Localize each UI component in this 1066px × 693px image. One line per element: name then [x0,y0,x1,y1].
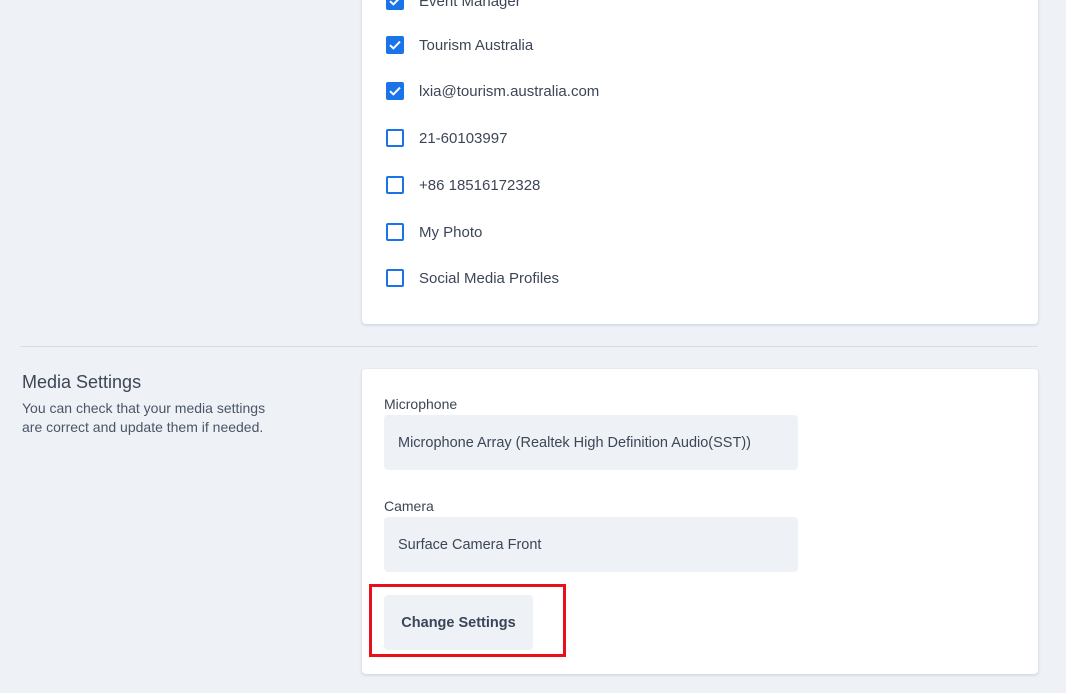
share-options-card: Event Manager Tourism Australia lxia@tou… [362,0,1038,324]
share-option-label: Event Manager [419,0,521,10]
share-option-row[interactable]: Tourism Australia [386,33,533,57]
share-option-label: 21-60103997 [419,129,508,147]
change-settings-button[interactable]: Change Settings [384,595,533,650]
share-option-row[interactable]: Social Media Profiles [386,266,559,290]
checkbox[interactable] [386,0,404,10]
checkbox[interactable] [386,82,404,100]
checkbox[interactable] [386,269,404,287]
checkmark-icon [389,86,401,96]
media-settings-title: Media Settings [22,372,142,392]
page: Event Manager Tourism Australia lxia@tou… [0,0,1066,693]
section-divider [20,346,1038,347]
share-option-label: My Photo [419,223,483,241]
microphone-select[interactable]: Microphone Array (Realtek High Definitio… [384,415,798,470]
checkbox[interactable] [386,176,404,194]
share-option-row[interactable]: lxia@tourism.australia.com [386,79,599,103]
checkbox[interactable] [386,129,404,147]
camera-select[interactable]: Surface Camera Front [384,517,798,572]
media-settings-card: Microphone Microphone Array (Realtek Hig… [362,369,1038,674]
share-option-label: lxia@tourism.australia.com [419,82,600,100]
share-option-row[interactable]: 21-60103997 [386,126,507,150]
checkmark-icon [389,40,401,50]
share-option-label: Tourism Australia [419,36,534,54]
media-settings-description: You can check that your media settings a… [22,400,266,435]
share-option-row[interactable]: +86 18516172328 [386,173,540,197]
checkbox[interactable] [386,223,404,241]
checkbox[interactable] [386,36,404,54]
share-option-row[interactable]: Event Manager [386,0,521,13]
microphone-label: Microphone [384,396,458,412]
checkmark-icon [389,0,400,6]
share-option-label: +86 18516172328 [419,176,541,194]
share-option-label: Social Media Profiles [419,269,560,287]
share-option-row[interactable]: My Photo [386,220,482,244]
camera-label: Camera [384,498,434,514]
